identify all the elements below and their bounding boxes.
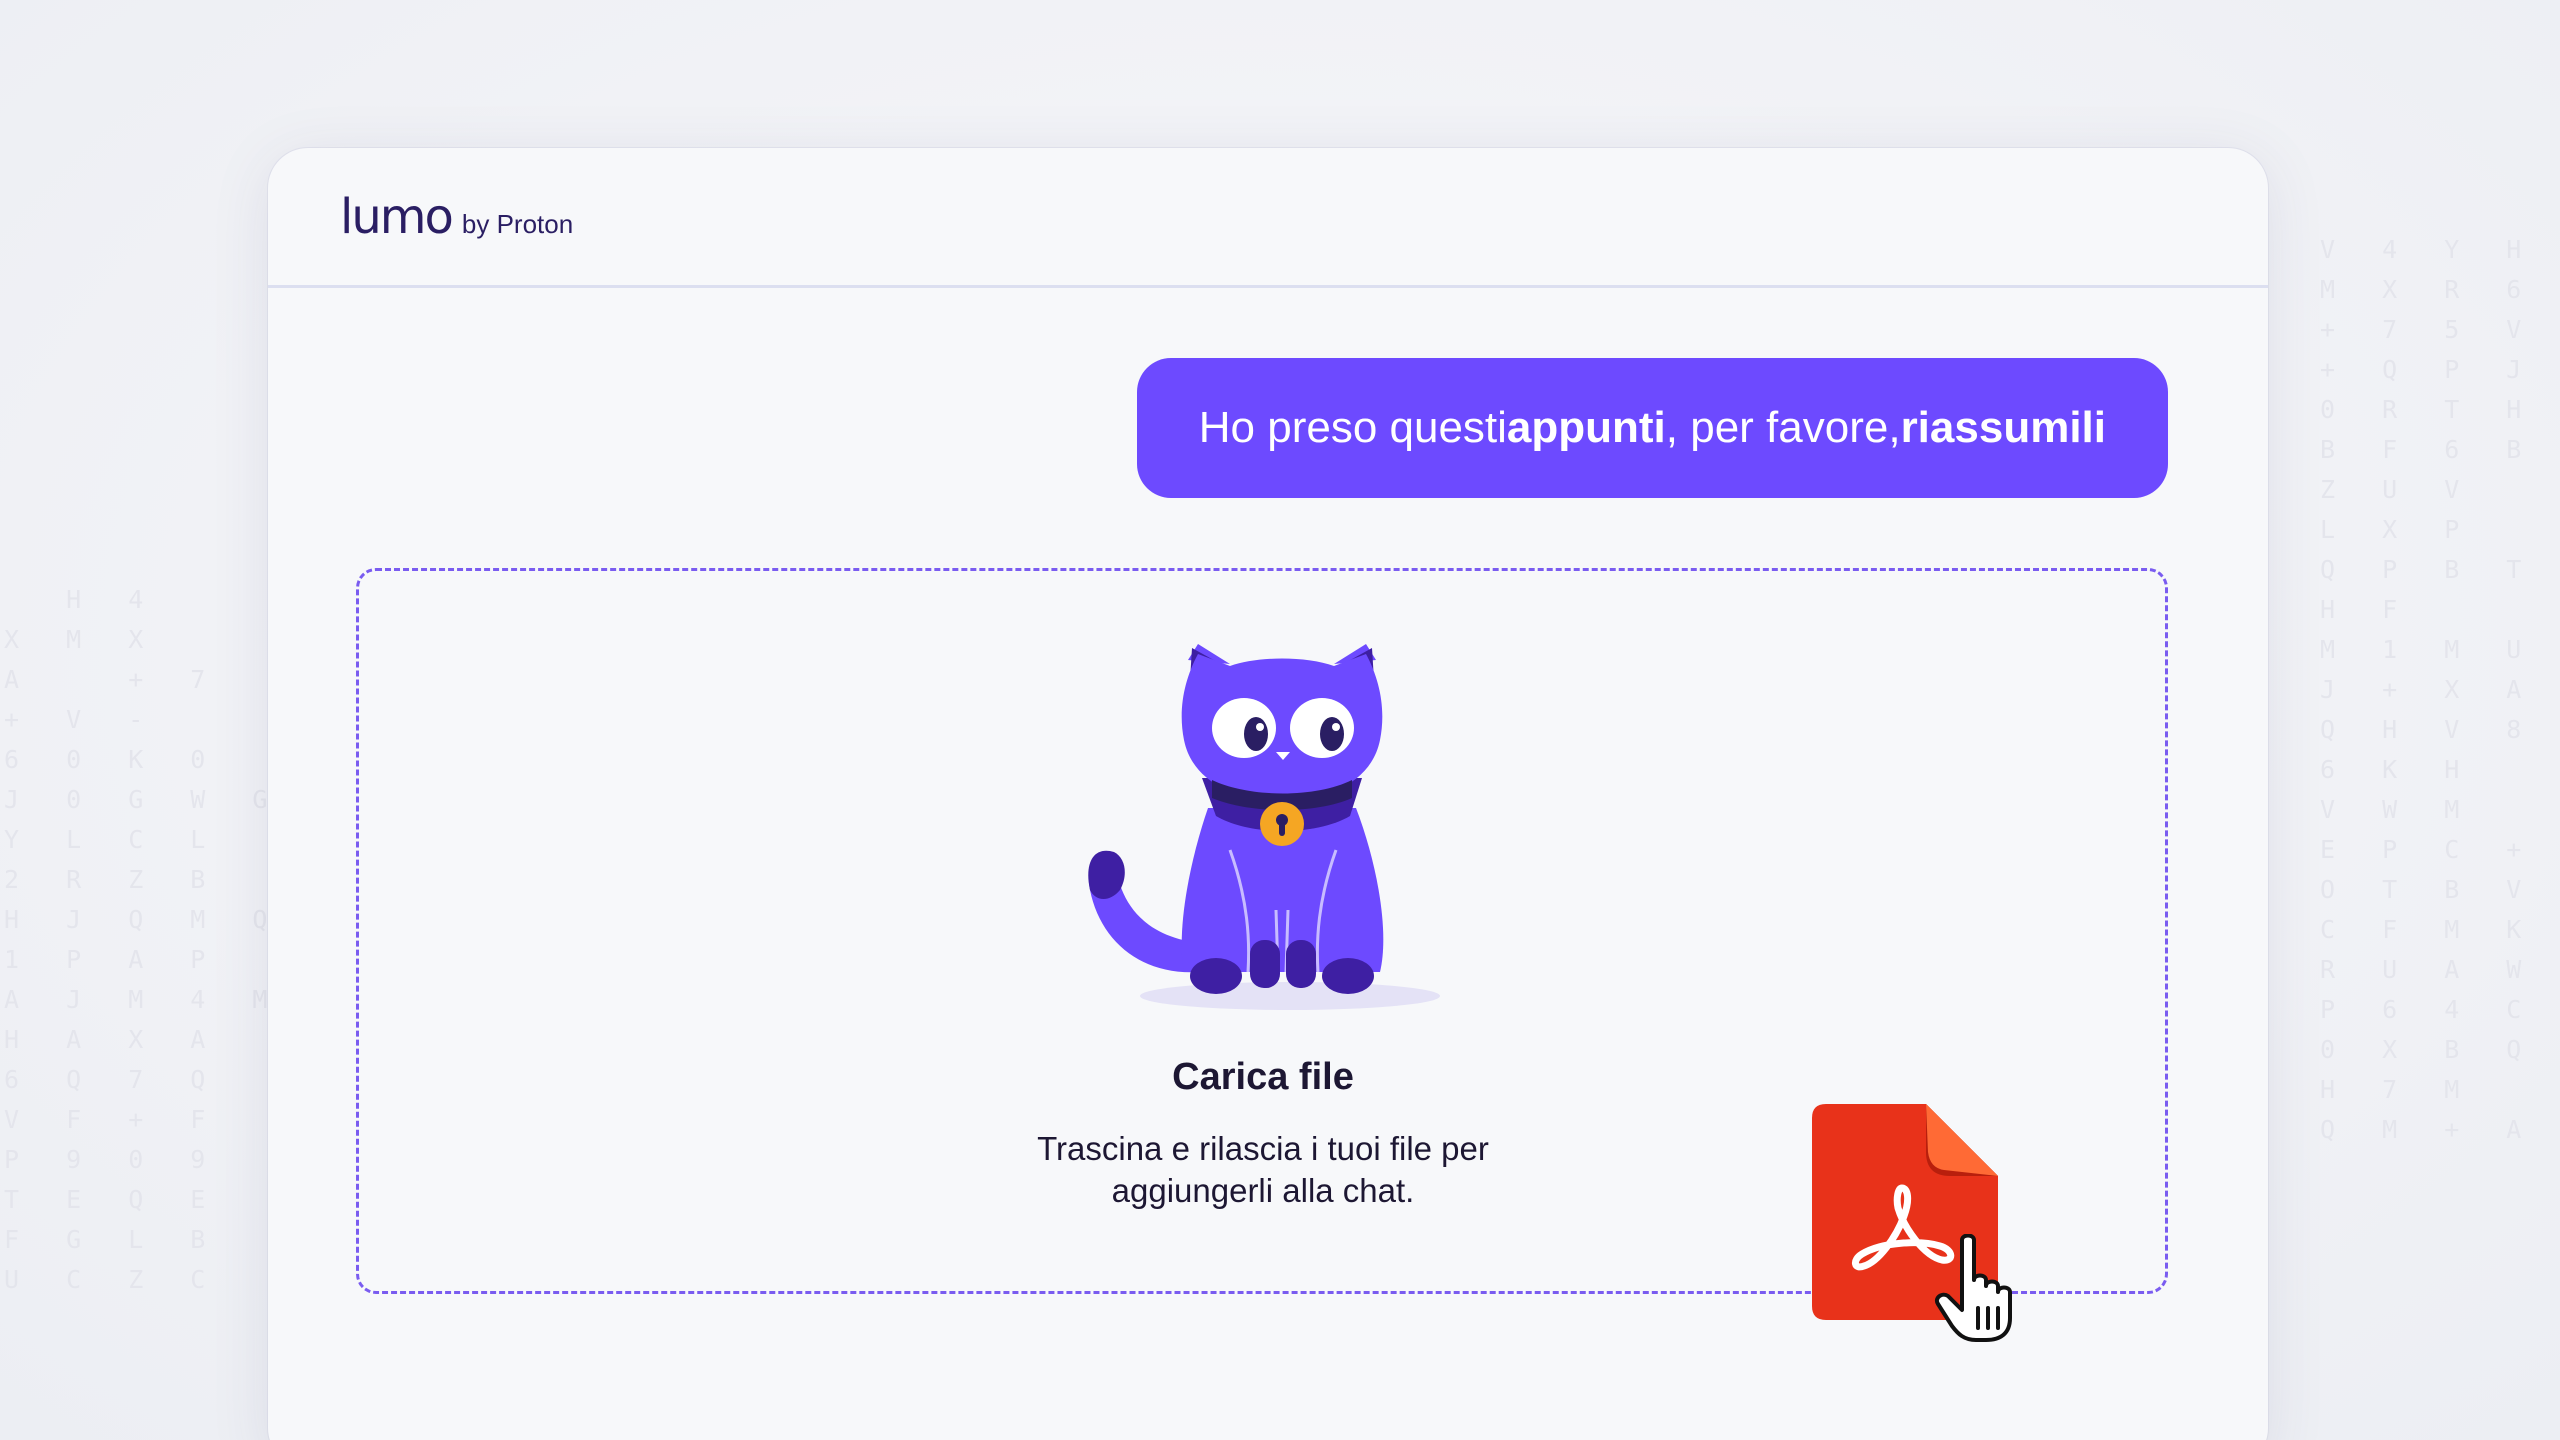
decorative-letter-grid-left: H 4 X M X A + 7 + V - 6 0 K 0 J 0 G W G … bbox=[4, 585, 267, 1294]
upload-title: Carica file bbox=[1172, 1056, 1354, 1098]
logo-wordmark: lumo bbox=[340, 188, 454, 245]
decorative-letter-grid-right: U J L V 4 Y H P M X R 6 J + 7 5 V 1 + Q … bbox=[2320, 235, 2538, 1144]
logo-byline: by Proton bbox=[461, 208, 574, 239]
message-text-bold: riassumili bbox=[1900, 403, 2106, 452]
lumo-logo[interactable]: lumo by Proton bbox=[340, 189, 573, 245]
message-text-part: Ho preso questi bbox=[1198, 403, 1507, 452]
hand-pointer-icon bbox=[1935, 1234, 2012, 1342]
upload-description: Trascina e rilascia i tuoi file per aggi… bbox=[1037, 1130, 1489, 1209]
message-text-bold: appunti bbox=[1506, 403, 1666, 452]
user-message-bubble: Ho preso questi appunti, per favore, ria… bbox=[1136, 358, 2168, 498]
message-text-part: , per favore, bbox=[1665, 403, 1901, 452]
background: H 4 X M X A + 7 + V - 6 0 K 0 J 0 G W G … bbox=[0, 0, 2560, 1440]
app-header: lumo by Proton bbox=[268, 148, 2268, 288]
cat-mascot-icon bbox=[1088, 644, 1440, 1010]
